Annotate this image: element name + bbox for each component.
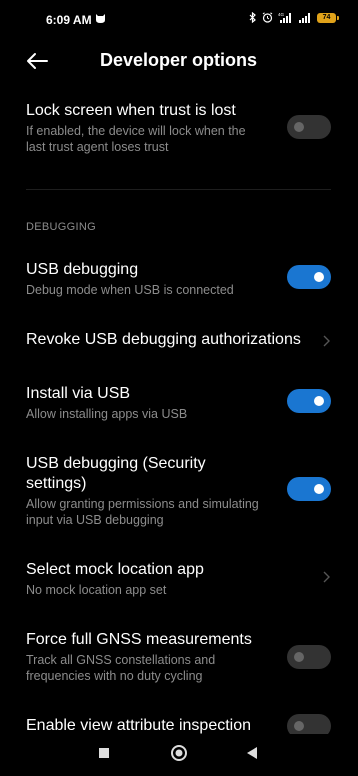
setting-mock-location-app[interactable]: Select mock location app No mock locatio…	[0, 550, 358, 606]
battery-level: 74	[322, 14, 331, 21]
toggle-knob	[314, 484, 324, 494]
arrow-left-icon[interactable]	[24, 48, 50, 74]
setting-revoke-usb-authorizations[interactable]: Revoke USB debugging authorizations	[0, 316, 358, 364]
setting-usb-debugging[interactable]: USB debugging Debug mode when USB is con…	[0, 250, 358, 306]
chevron-right-icon	[323, 335, 330, 347]
status-time: 6:09 AM	[46, 13, 92, 27]
app-bar: Developer options	[0, 40, 358, 82]
gnss-toggle[interactable]	[287, 645, 331, 669]
divider	[26, 189, 331, 190]
signal-4g-icon: 4G	[278, 12, 291, 23]
setting-title: Select mock location app	[26, 561, 204, 578]
view-attribute-toggle[interactable]	[287, 714, 331, 734]
status-bar: 6:09 AM 4G 74	[0, 0, 358, 40]
chevron-right-icon	[323, 571, 330, 583]
setting-title: Revoke USB debugging authorizations	[26, 331, 301, 348]
battery-icon: 74	[317, 12, 339, 23]
svg-text:4G: 4G	[278, 12, 285, 17]
setting-lock-screen-trust[interactable]: Lock screen when trust is lost If enable…	[0, 82, 358, 160]
setting-subtitle: No mock location app set	[26, 583, 167, 597]
recents-icon[interactable]	[98, 747, 110, 759]
usb-debugging-toggle[interactable]	[287, 265, 331, 289]
toggle-knob	[314, 272, 324, 282]
usb-debugging-security-toggle[interactable]	[287, 477, 331, 501]
lock-screen-toggle[interactable]	[287, 115, 331, 139]
setting-install-via-usb[interactable]: Install via USB Allow installing apps vi…	[0, 374, 358, 430]
setting-title: Install via USB	[26, 385, 131, 402]
setting-subtitle: last trust agent loses trust	[26, 140, 169, 154]
setting-subtitle: Track all GNSS constellations and	[26, 653, 216, 667]
settings-list[interactable]: Lock screen when trust is lost If enable…	[0, 82, 358, 734]
setting-title: USB debugging (Security	[26, 455, 206, 472]
toggle-knob	[314, 396, 324, 406]
setting-title: USB debugging	[26, 261, 139, 278]
toggle-knob	[294, 652, 304, 662]
notification-icon	[96, 14, 105, 23]
setting-subtitle: Allow granting permissions and simulatin…	[26, 497, 259, 511]
setting-usb-debugging-security[interactable]: USB debugging (Security settings) Allow …	[0, 444, 358, 534]
toggle-knob	[294, 721, 304, 731]
setting-subtitle: frequencies with no duty cycling	[26, 669, 203, 683]
setting-subtitle: input via USB debugging	[26, 513, 164, 527]
install-via-usb-toggle[interactable]	[287, 389, 331, 413]
setting-title: Force full GNSS measurements	[26, 631, 252, 648]
home-icon[interactable]	[170, 744, 188, 762]
navigation-bar	[0, 734, 358, 776]
setting-subtitle: Debug mode when USB is connected	[26, 283, 234, 297]
setting-subtitle: If enabled, the device will lock when th…	[26, 124, 246, 138]
setting-title: Enable view attribute inspection	[26, 717, 252, 734]
setting-force-gnss[interactable]: Force full GNSS measurements Track all G…	[0, 620, 358, 692]
bluetooth-icon	[249, 12, 256, 23]
status-icons: 4G 74	[249, 12, 339, 23]
section-header-debugging: DEBUGGING	[26, 221, 96, 233]
page-title: Developer options	[100, 50, 258, 70]
alarm-icon	[262, 12, 273, 23]
signal-icon	[299, 13, 310, 23]
setting-title: settings)	[26, 475, 87, 492]
setting-subtitle: Allow installing apps via USB	[26, 407, 188, 421]
setting-title: Lock screen when trust is lost	[26, 102, 236, 119]
setting-view-attribute-inspection[interactable]: Enable view attribute inspection	[0, 706, 358, 734]
toggle-knob	[294, 122, 304, 132]
back-nav-icon[interactable]	[246, 746, 258, 760]
